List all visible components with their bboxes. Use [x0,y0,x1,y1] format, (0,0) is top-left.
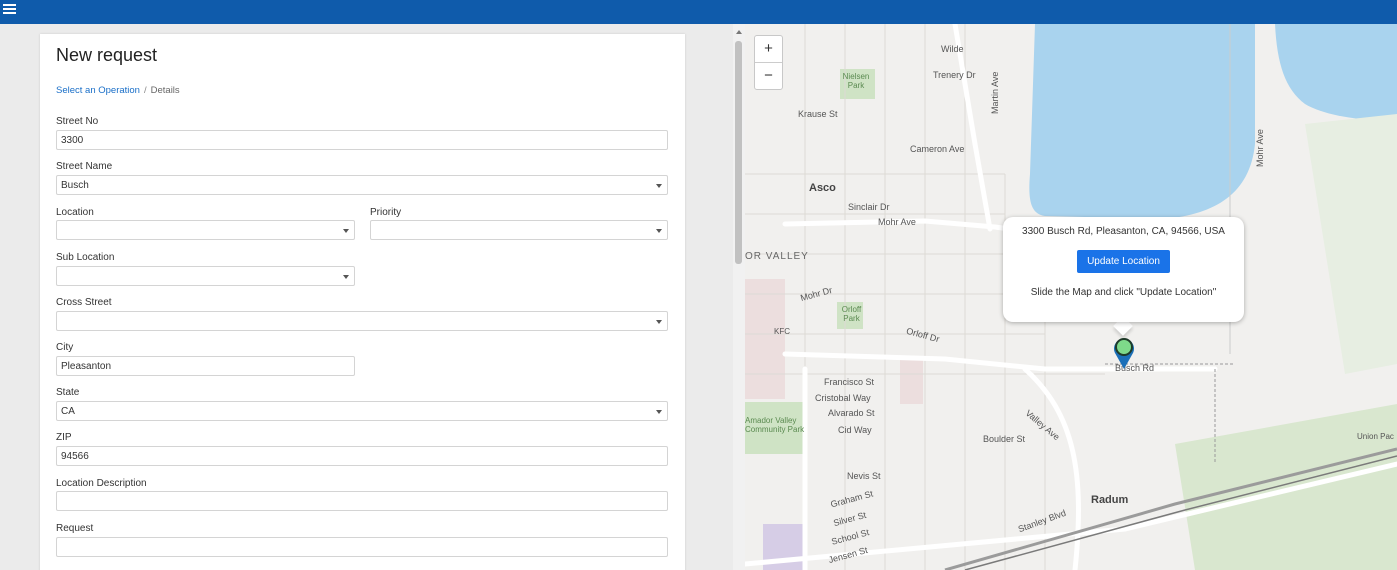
map-label-alvarado-st: Alvarado St [828,408,875,418]
street-no-label: Street No [56,116,99,127]
zoom-out-button[interactable]: − [755,63,782,90]
chevron-down-icon [343,229,349,233]
lake-shape-east [1275,24,1397,120]
popup-hint: Slide the Map and click "Update Location… [1030,287,1217,298]
map-label-valley: OR VALLEY [745,251,809,262]
map-label-boulder-st: Boulder St [983,434,1026,444]
commercial-area [745,279,785,399]
map-label-cameron-ave: Cameron Ave [910,144,965,154]
map-label-sinclair-dr: Sinclair Dr [848,202,890,212]
map-label-union-pac: Union Pac [1357,432,1394,441]
map-label-nielsen-park: Nielsen Park [842,72,870,90]
map-label-nevis-st: Nevis St [847,471,881,481]
state-label: State [56,387,80,398]
street-name-value: Busch [61,180,89,191]
city-label: City [56,342,74,353]
chevron-down-icon [343,275,349,279]
breadcrumb-current: Details [150,85,180,96]
request-form-card: New request Select an Operation / Details … [40,34,685,570]
request-form-pane: New request Select an Operation / Details … [0,24,733,570]
green-area-southeast [1175,404,1397,570]
zip-input[interactable]: 94566 [56,446,668,466]
breadcrumb: Select an Operation / Details [56,85,180,96]
map-label-radum: Radum [1091,494,1129,506]
map-label-amador-valley-park: Amador Valley Community Park [745,416,805,434]
map-marker-icon[interactable] [1112,336,1136,370]
map-label-trenery-dr: Trenery Dr [933,70,976,80]
zip-value: 94566 [61,451,89,462]
location-popup: 3300 Busch Rd, Pleasanton, CA, 94566, US… [1003,217,1244,322]
map-label-kfc: KFC [774,327,790,336]
commercial-area-2 [900,359,923,404]
chevron-down-icon [656,320,662,324]
city-value: Pleasanton [61,361,112,372]
state-select[interactable]: CA [56,401,668,421]
breadcrumb-link-select-operation[interactable]: Select an Operation [56,85,140,96]
breadcrumb-separator: / [143,85,147,96]
menu-icon[interactable] [3,4,16,15]
map-label-cristobal-way: Cristobal Way [815,393,871,403]
sub-location-select[interactable] [56,266,355,286]
street-no-input[interactable]: 3300 [56,130,668,150]
priority-label: Priority [370,207,402,218]
location-select[interactable] [56,220,355,240]
map-label-mohr-ave-east: Mohr Ave [1255,129,1265,167]
cross-street-label: Cross Street [56,297,112,308]
map-label-francisco-st: Francisco St [824,377,875,387]
map-label-orloff-park: Orloff Park [841,305,862,323]
chevron-down-icon [656,410,662,414]
map-label-wilde: Wilde [941,44,964,54]
location-label: Location [56,207,94,218]
popup-address: 3300 Busch Rd, Pleasanton, CA, 94566, US… [1022,226,1225,237]
scrollbar[interactable] [733,24,745,570]
scroll-up-arrow-icon[interactable] [736,30,742,34]
city-input[interactable]: Pleasanton [56,356,355,376]
zip-label: ZIP [56,432,72,443]
request-label: Request [56,523,94,534]
sub-location-label: Sub Location [56,252,115,263]
street-name-select[interactable]: Busch [56,175,668,195]
location-description-label: Location Description [56,478,147,489]
page-title: New request [56,45,158,65]
location-description-input[interactable] [56,491,668,511]
zoom-in-button[interactable]: + [755,36,782,63]
request-input[interactable] [56,537,668,557]
map-label-mohr-ave: Mohr Ave [878,217,916,227]
map-label-cid-way: Cid Way [838,425,872,435]
lake-shape [1029,24,1255,219]
street-no-value: 3300 [61,135,84,146]
map-label-martin-ave: Martin Ave [990,71,1000,114]
chevron-down-icon [656,184,662,188]
state-value: CA [61,406,75,417]
priority-select[interactable] [370,220,668,240]
map-label-asco: Asco [809,182,836,194]
map-zoom-control: + − [754,35,783,90]
green-area-east [1305,114,1397,374]
chevron-down-icon [656,229,662,233]
map-label-krause-st: Krause St [798,109,838,119]
street-name-label: Street Name [56,161,113,172]
top-navigation-bar [0,0,1397,24]
cross-street-select[interactable] [56,311,668,331]
scrollbar-thumb[interactable] [735,41,742,264]
update-location-button[interactable]: Update Location [1077,250,1170,273]
